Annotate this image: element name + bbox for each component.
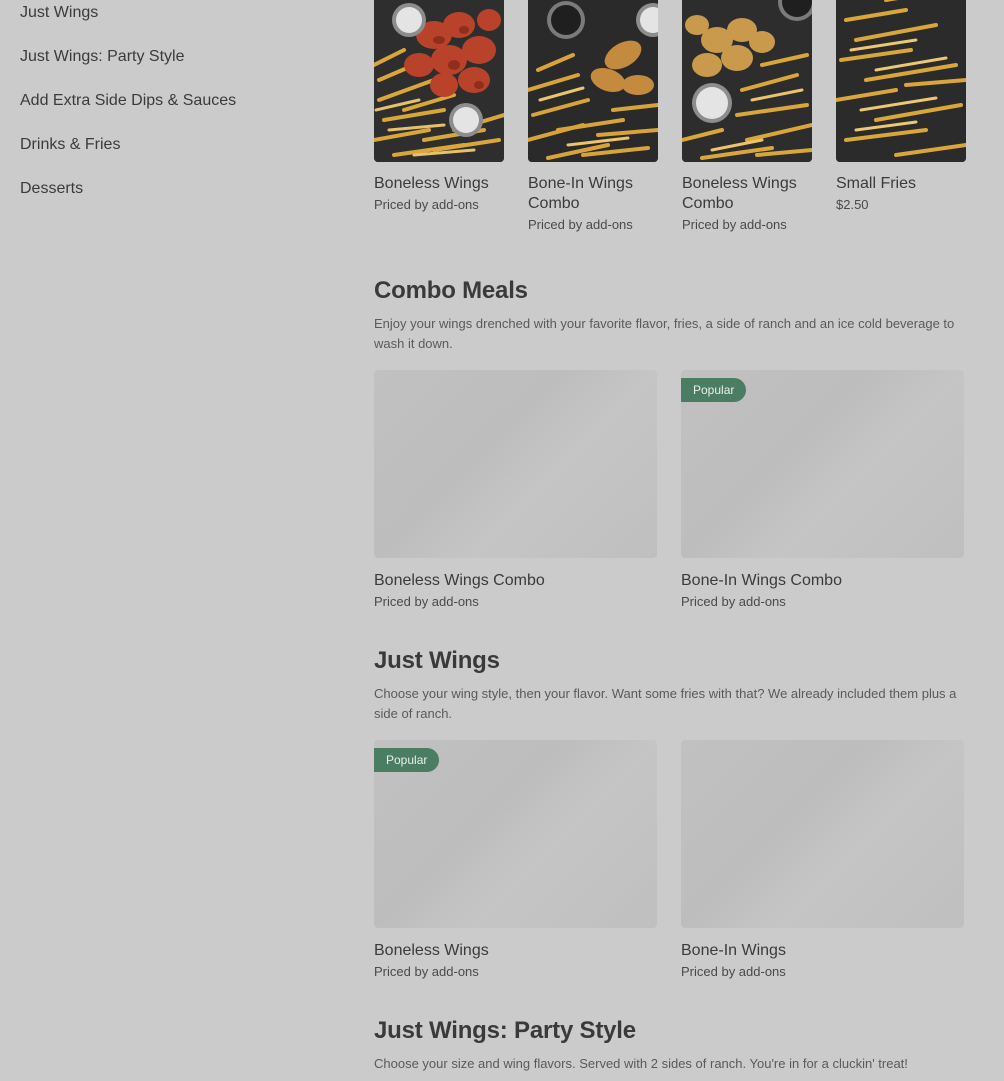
section-description: Enjoy your wings drenched with your favo… [374, 316, 955, 351]
section-description: Choose your wing style, then your flavor… [374, 686, 957, 721]
sidebar-item-just-wings-party-style[interactable]: Just Wings: Party Style [20, 44, 340, 88]
menu-item-price: Priced by add-ons [528, 217, 633, 232]
section-combo-meals: Combo Meals Enjoy your wings drenched wi… [374, 276, 964, 610]
section-title: Just Wings: Party Style [374, 1017, 636, 1044]
small-fries-image [836, 0, 966, 162]
menu-item-price: Priced by add-ons [682, 217, 787, 232]
menu-item-image-placeholder [374, 370, 657, 558]
menu-item-price: Priced by add-ons [681, 964, 786, 979]
menu-item-price: Priced by add-ons [374, 594, 479, 609]
menu-item-price: Priced by add-ons [374, 197, 479, 212]
menu-item-card[interactable]: Bone-In Wings Combo Priced by add-ons [528, 0, 658, 233]
wings-combo-image [528, 0, 658, 162]
menu-item-name: Small Fries [836, 175, 917, 192]
menu-item-image [374, 0, 504, 162]
menu-item-name: Bone-In Wings Combo [681, 572, 842, 589]
menu-item-name: Bone-In Wings Combo [528, 175, 633, 212]
menu-item-price: $2.50 [836, 197, 869, 212]
menu-item-name: Boneless Wings Combo [374, 572, 545, 589]
menu-item-price: Priced by add-ons [681, 594, 786, 609]
menu-item-card[interactable]: Boneless Wings Combo Priced by add-ons [682, 0, 812, 233]
menu-item-image-placeholder [681, 740, 964, 928]
menu-item-image [682, 0, 812, 162]
section-items: Popular Boneless Wings Priced by add-ons… [374, 740, 964, 980]
section-title: Just Wings [374, 647, 500, 674]
sidebar-item-desserts[interactable]: Desserts [20, 176, 340, 220]
boneless-combo-image [682, 0, 812, 162]
menu-item-card[interactable]: Bone-In Wings Priced by add-ons [681, 740, 964, 980]
menu-item-card[interactable]: Boneless Wings Combo Priced by add-ons [374, 370, 657, 610]
menu-item-card[interactable]: Boneless Wings Priced by add-ons [374, 0, 504, 233]
sidebar-item-just-wings[interactable]: Just Wings [20, 0, 340, 44]
section-just-wings: Just Wings Choose your wing style, then … [374, 646, 964, 980]
menu-item-card[interactable]: Popular Boneless Wings Priced by add-ons [374, 740, 657, 980]
menu-item-image [836, 0, 966, 162]
menu-item-price: Priced by add-ons [374, 964, 479, 979]
menu-item-image [528, 0, 658, 162]
popular-badge: Popular [681, 378, 747, 402]
sidebar-item-drinks-fries[interactable]: Drinks & Fries [20, 132, 340, 176]
sidebar-item-extra-dips-sauces[interactable]: Add Extra Side Dips & Sauces [20, 88, 340, 132]
menu-item-image-placeholder: Popular [374, 740, 657, 928]
menu-item-card[interactable]: Small Fries $2.50 [836, 0, 966, 233]
section-title: Combo Meals [374, 277, 528, 304]
menu-item-name: Boneless Wings [374, 175, 489, 192]
menu-item-card[interactable]: Popular Bone-In Wings Combo Priced by ad… [681, 370, 964, 610]
featured-items-row: Boneless Wings Priced by add-ons Bone-In… [374, 0, 966, 233]
menu-item-name: Bone-In Wings [681, 942, 786, 959]
menu-item-image-placeholder: Popular [681, 370, 964, 558]
category-sidebar: Just Wings Just Wings: Party Style Add E… [20, 0, 340, 220]
fries-image [374, 0, 504, 162]
section-items: Boneless Wings Combo Priced by add-ons P… [374, 370, 964, 610]
menu-item-name: Boneless Wings [374, 942, 489, 959]
menu-item-name: Boneless Wings Combo [682, 175, 797, 212]
section-description: Choose your size and wing flavors. Serve… [374, 1056, 908, 1071]
popular-badge: Popular [374, 748, 440, 772]
section-just-wings-party-style: Just Wings: Party Style Choose your size… [374, 1016, 964, 1074]
